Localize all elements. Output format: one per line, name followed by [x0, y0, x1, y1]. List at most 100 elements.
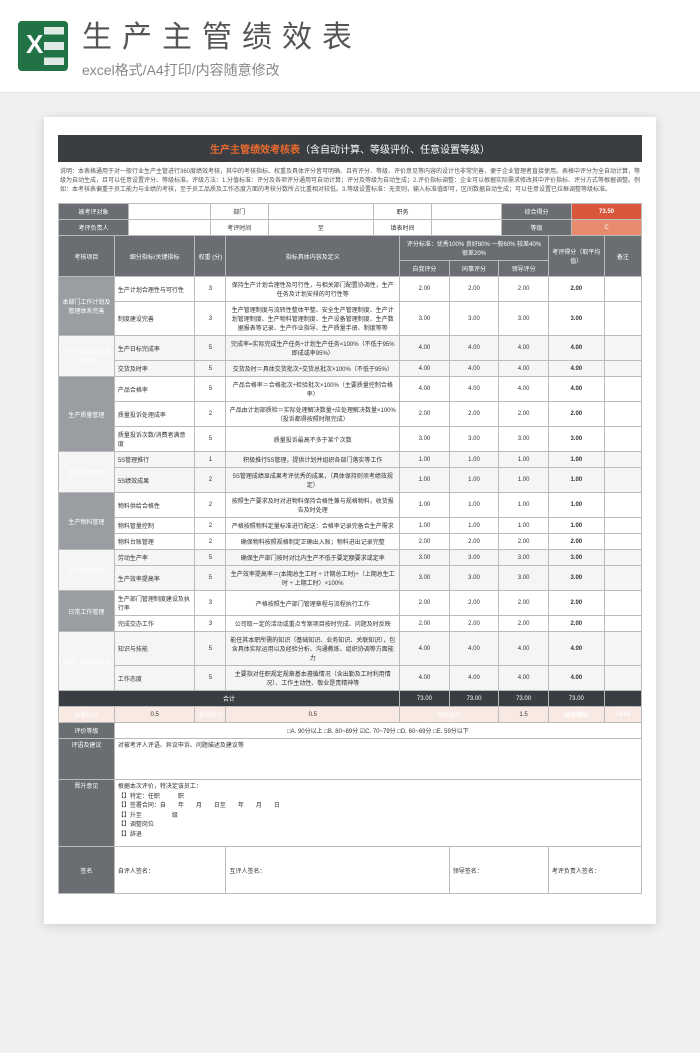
- data-cell: 3.00: [449, 566, 499, 591]
- data-cell: 2.00: [499, 277, 549, 302]
- data-cell: 2.00: [400, 402, 450, 427]
- data-cell: [604, 666, 641, 691]
- data-cell: 2.00: [400, 277, 450, 302]
- data-cell: 4.00: [499, 377, 549, 402]
- group-cell: 生产现场管理: [59, 452, 115, 493]
- data-cell: 3.00: [548, 427, 604, 452]
- data-cell: 4.00: [548, 666, 604, 691]
- data-cell: 5: [195, 427, 226, 452]
- data-cell: 1.00: [499, 452, 549, 468]
- group-cell: 知识、技能与态度: [59, 632, 115, 691]
- data-cell: 产品由计划部质检＝实际处理解决数量÷应处理解决数量×100%（投诉都得按照时限完…: [226, 402, 400, 427]
- data-cell: 3.00: [499, 427, 549, 452]
- data-cell: 4.00: [400, 336, 450, 361]
- data-cell: 2.00: [449, 534, 499, 550]
- data-cell: 5: [195, 666, 226, 691]
- data-cell: 1.00: [499, 493, 549, 518]
- data-cell: 3.00: [449, 302, 499, 336]
- data-cell: 5: [195, 566, 226, 591]
- sub-indicator: 物料台账管理: [114, 534, 195, 550]
- data-cell: 2.00: [548, 534, 604, 550]
- data-cell: 3.00: [400, 550, 450, 566]
- data-cell: 4.00: [548, 632, 604, 666]
- data-cell: 主要指对任职规定规章基本遵循情况（含出勤及工时利用情况）、工作主动性、敬业是责精…: [226, 666, 400, 691]
- data-cell: 3: [195, 302, 226, 336]
- data-cell: 4.00: [499, 666, 549, 691]
- group-cell: 生产计划实施与进度控制: [59, 336, 115, 377]
- data-cell: 1.00: [449, 468, 499, 493]
- data-cell: 2.00: [449, 616, 499, 632]
- total-score: 73.50: [572, 204, 642, 220]
- data-cell: 4.00: [400, 632, 450, 666]
- data-cell: 严格按照物料定量标准进行配送：合格率记录完备合生产需求: [226, 518, 400, 534]
- data-cell: 1.00: [548, 518, 604, 534]
- data-cell: [604, 452, 641, 468]
- data-cell: [604, 302, 641, 336]
- data-cell: 2.00: [499, 534, 549, 550]
- data-cell: 2.00: [449, 591, 499, 616]
- data-cell: [604, 377, 641, 402]
- data-cell: 3.00: [499, 302, 549, 336]
- sub-indicator: 交货及时率: [114, 361, 195, 377]
- sub-indicator: 生产效率提高率: [114, 566, 195, 591]
- data-cell: [604, 550, 641, 566]
- group-cell: 生产物料管理: [59, 493, 115, 550]
- banner-title: 生产主管绩效表: [82, 12, 682, 56]
- data-cell: 2: [195, 493, 226, 518]
- data-cell: 1.00: [449, 452, 499, 468]
- data-cell: 4.00: [449, 336, 499, 361]
- data-cell: 2: [195, 518, 226, 534]
- data-cell: 2.00: [548, 616, 604, 632]
- data-cell: 2.00: [449, 277, 499, 302]
- data-cell: 公司取一定的活动或重点专案项目按时完成、问题及时反映: [226, 616, 400, 632]
- sub-indicator: 完成交办工作: [114, 616, 195, 632]
- sub-indicator: 5S管理推行: [114, 452, 195, 468]
- data-cell: 2: [195, 534, 226, 550]
- sub-indicator: 生产计划合理性与可行性: [114, 277, 195, 302]
- data-cell: 3: [195, 616, 226, 632]
- data-cell: 确保生产部门按时对比内生产不低于要定额要求或定率: [226, 550, 400, 566]
- data-cell: [604, 427, 641, 452]
- data-cell: 5: [195, 632, 226, 666]
- data-cell: 4.00: [400, 377, 450, 402]
- data-cell: 1.00: [548, 468, 604, 493]
- data-cell: 4.00: [449, 361, 499, 377]
- sub-indicator: 生产部门管理制度建设及执行率: [114, 591, 195, 616]
- data-cell: [604, 277, 641, 302]
- data-cell: 按照生产要求及时对进物料保持合格性兼与规格物料，收货报告及时处理: [226, 493, 400, 518]
- data-cell: 完成率=实际完成生产任务÷计划生产任务×100%（不低于95%即成或率95%）: [226, 336, 400, 361]
- header-table: 被考评对象 部门 职务 综合得分 73.50 考评负责人 考评时间 至 填表时间…: [58, 203, 642, 236]
- data-cell: 2.00: [499, 616, 549, 632]
- data-cell: [604, 632, 641, 666]
- sub-indicator: 物料管量控制: [114, 518, 195, 534]
- data-cell: 2: [195, 402, 226, 427]
- data-cell: 产品合格率＝合格批次÷检验批次×100%（主要质量控制合格率）: [226, 377, 400, 402]
- data-cell: [604, 616, 641, 632]
- data-cell: 4.00: [548, 377, 604, 402]
- data-cell: 5: [195, 550, 226, 566]
- excel-icon: [18, 21, 68, 71]
- data-cell: 3.00: [400, 566, 450, 591]
- data-cell: 3: [195, 277, 226, 302]
- data-cell: 5: [195, 336, 226, 361]
- data-cell: 1.00: [449, 493, 499, 518]
- data-cell: [604, 361, 641, 377]
- data-cell: 能任其本职所需的知识（基础知识、业务知识、关联知识），包含具体实际运用以及经验分…: [226, 632, 400, 666]
- data-cell: 1.00: [400, 468, 450, 493]
- data-cell: 3.00: [499, 550, 549, 566]
- decision-body: 根据本次评价，特决定该员工： 【】特定：任职 职 【】签署合同：自 年 月 日至…: [114, 780, 641, 847]
- data-cell: [604, 493, 641, 518]
- data-cell: 3.00: [449, 550, 499, 566]
- data-cell: 生产效率提高率＝(本期总生工时 ÷ 计期总工时)÷（上期总生工时 ÷ 上期工时）…: [226, 566, 400, 591]
- sub-indicator: 产品合格率: [114, 377, 195, 402]
- sub-indicator: 5S绩效成果: [114, 468, 195, 493]
- data-cell: 4.00: [548, 336, 604, 361]
- data-cell: 3.00: [400, 427, 450, 452]
- sub-indicator: 生产日标完成率: [114, 336, 195, 361]
- data-cell: 2.00: [548, 591, 604, 616]
- data-cell: 1.00: [400, 493, 450, 518]
- data-cell: 5: [195, 377, 226, 402]
- banner-sub: excel格式/A4打印/内容随意修改: [82, 60, 682, 80]
- group-cell: 生产质量管理: [59, 377, 115, 452]
- data-cell: 4.00: [499, 336, 549, 361]
